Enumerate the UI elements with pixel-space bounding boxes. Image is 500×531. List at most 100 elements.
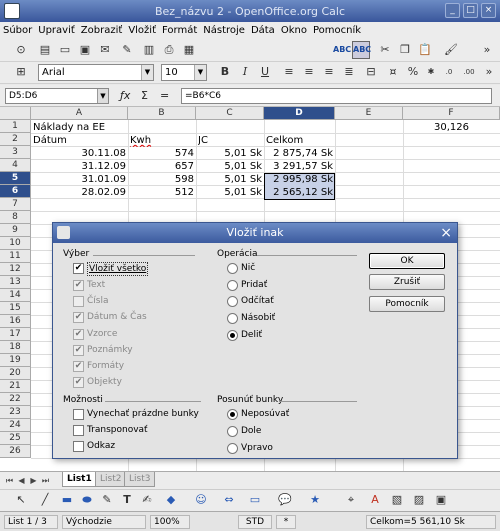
paste-all-checkbox[interactable]: ✔ [73, 263, 84, 274]
cell-c4[interactable]: 5,01 Sk [196, 160, 264, 173]
status-page-style[interactable]: Východzie [62, 515, 146, 529]
font-size-select[interactable]: 10 ▼ [161, 64, 207, 81]
formats-checkbox[interactable]: ✔ [73, 361, 84, 372]
name-box[interactable]: D5:D6 ▼ [5, 88, 109, 104]
formulas-label[interactable]: Vzorce [87, 328, 117, 340]
cell-a2[interactable]: Dátum [33, 134, 123, 147]
formats-label[interactable]: Formáty [87, 360, 124, 372]
shift-down-label[interactable]: Dole [241, 425, 261, 437]
menu-insert[interactable]: Vložiť [128, 25, 156, 36]
add-decimal-icon[interactable]: .0 [440, 63, 458, 81]
numbers-checkbox[interactable] [73, 296, 84, 307]
save-icon[interactable]: ▣ [76, 41, 94, 59]
cell-a3[interactable]: 30.11.08 [31, 147, 128, 160]
column-header-a[interactable]: A [31, 107, 128, 120]
paste-all-label[interactable]: Vložiť všetko [87, 262, 149, 276]
shift-none-radio[interactable] [227, 409, 238, 420]
date-time-label[interactable]: Dátum & Čas [87, 311, 147, 323]
row-header[interactable]: 10 [0, 237, 31, 250]
row-header[interactable]: 26 [0, 445, 31, 458]
op-add-label[interactable]: Pridať [241, 279, 267, 291]
email-icon[interactable]: ✉ [96, 41, 114, 59]
cell-d4[interactable]: 3 291,57 Sk [264, 160, 335, 173]
cell-a6[interactable]: 28.02.09 [31, 186, 128, 199]
sheet-tab-3[interactable]: List3 [124, 472, 156, 487]
row-header[interactable]: 24 [0, 419, 31, 432]
new-document-icon[interactable]: ▤ [36, 41, 54, 59]
select-arrow-icon[interactable]: ↖ [12, 491, 30, 509]
status-selection-mode[interactable]: STD [238, 515, 272, 529]
stars-icon[interactable]: ★ [306, 491, 324, 509]
row-header[interactable]: 21 [0, 380, 31, 393]
cell-a1[interactable]: Náklady na EE [33, 121, 183, 134]
transpose-checkbox[interactable] [73, 425, 84, 436]
shift-right-label[interactable]: Vpravo [241, 442, 273, 454]
symbol-shapes-icon[interactable]: ☺ [192, 491, 210, 509]
sum-icon[interactable]: Σ [141, 89, 148, 102]
font-name-select[interactable]: Arial ▼ [38, 64, 154, 81]
cell-a4[interactable]: 31.12.09 [31, 160, 128, 173]
menu-data[interactable]: Dáta [251, 25, 275, 36]
cell-c6[interactable]: 5,01 Sk [196, 186, 264, 199]
spellcheck-icon[interactable]: ABC [332, 41, 351, 59]
maximize-icon[interactable]: □ [463, 3, 478, 18]
app-icon[interactable] [4, 3, 20, 19]
copy-icon[interactable]: ❐ [396, 41, 414, 59]
menu-window[interactable]: Okno [281, 25, 307, 36]
sheet-tab-1[interactable]: List1 [62, 472, 97, 487]
callouts-icon[interactable]: ✍ [138, 491, 156, 509]
text-label[interactable]: Text [87, 279, 105, 291]
column-header-d[interactable]: D [264, 107, 335, 120]
row-header[interactable]: 6 [0, 185, 31, 198]
status-zoom[interactable]: 100% [150, 515, 190, 529]
menu-view[interactable]: Zobraziť [81, 25, 123, 36]
row-header[interactable]: 22 [0, 393, 31, 406]
op-subtract-radio[interactable] [227, 296, 238, 307]
row-header[interactable]: 7 [0, 198, 31, 211]
row-header[interactable]: 20 [0, 367, 31, 380]
link-checkbox[interactable] [73, 441, 84, 452]
column-header-e[interactable]: E [335, 107, 403, 120]
notes-checkbox[interactable]: ✔ [73, 345, 84, 356]
align-left-icon[interactable]: ≡ [280, 63, 298, 81]
column-header-b[interactable]: B [128, 107, 196, 120]
column-header-f[interactable]: F [403, 107, 500, 120]
export-pdf-icon[interactable]: ▥ [140, 41, 158, 59]
align-right-icon[interactable]: ≡ [320, 63, 338, 81]
percent-icon[interactable]: % [404, 63, 422, 81]
cell-d6[interactable]: 2 565,12 Sk [264, 186, 335, 199]
menu-file[interactable]: Súbor [3, 25, 32, 36]
cell-c2[interactable]: JC [198, 134, 258, 147]
notes-label[interactable]: Poznámky [87, 344, 133, 356]
formula-input[interactable]: =B6*C6 [181, 88, 492, 104]
op-multiply-radio[interactable] [227, 313, 238, 324]
ok-button[interactable]: OK [369, 253, 445, 269]
autospellcheck-icon[interactable]: ABC [352, 41, 371, 59]
cell-b2[interactable]: Kwh [130, 134, 190, 147]
justify-icon[interactable]: ≣ [340, 63, 358, 81]
skip-empty-label[interactable]: Vynechať prázdne bunky [87, 408, 199, 420]
cell-c3[interactable]: 5,01 Sk [196, 147, 264, 160]
row-header[interactable]: 11 [0, 250, 31, 263]
italic-icon[interactable]: I [236, 63, 254, 81]
row-header[interactable]: 8 [0, 211, 31, 224]
minimize-icon[interactable]: _ [445, 3, 460, 18]
from-file-icon[interactable]: ▧ [388, 491, 406, 509]
row-header[interactable]: 19 [0, 354, 31, 367]
help-button[interactable]: Pomocník [369, 296, 445, 312]
row-header[interactable]: 5 [0, 172, 31, 185]
styles-icon[interactable]: ⊞ [12, 63, 30, 81]
cell-d3[interactable]: 2 875,74 Sk [264, 147, 335, 160]
shift-right-radio[interactable] [227, 443, 238, 454]
select-all-corner[interactable] [0, 107, 31, 120]
callouts-shapes-icon[interactable]: 💬 [276, 491, 294, 509]
menu-format[interactable]: Formát [162, 25, 197, 36]
op-divide-radio[interactable] [227, 330, 238, 341]
row-header[interactable]: 12 [0, 263, 31, 276]
cell-d5[interactable]: 2 995,98 Sk [264, 173, 335, 186]
function-wizard-icon[interactable]: ƒx [120, 89, 130, 102]
objects-label[interactable]: Objekty [87, 376, 122, 388]
skip-empty-checkbox[interactable] [73, 409, 84, 420]
standard-format-icon[interactable]: ✱ [422, 63, 440, 81]
function-icon[interactable]: = [160, 89, 169, 102]
